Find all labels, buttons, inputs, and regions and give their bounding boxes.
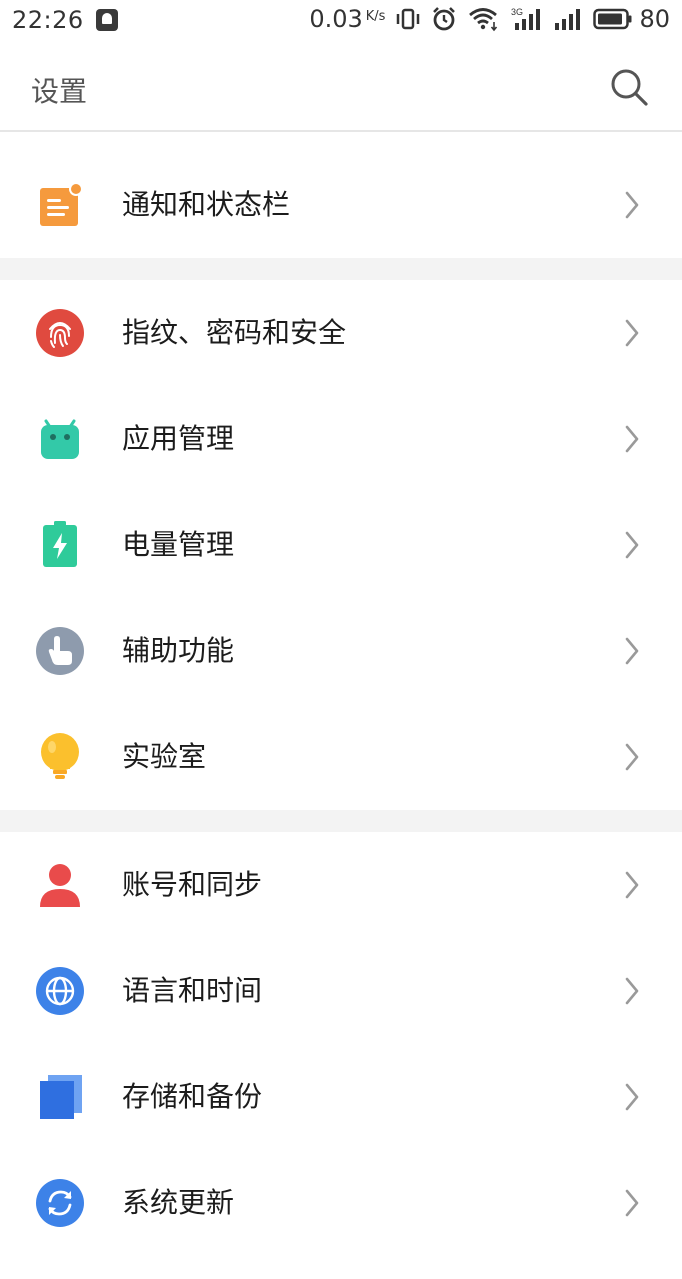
settings-group-3: 账号和同步 语言和时间 存储和备份 系统更新 (0, 832, 682, 1256)
settings-item-account-sync[interactable]: 账号和同步 (0, 832, 682, 938)
settings-item-storage-backup[interactable]: 存储和备份 (0, 1044, 682, 1150)
android-icon (36, 415, 84, 463)
battery-level: 80 (639, 5, 670, 33)
battery-icon (36, 521, 84, 569)
settings-item-label: 辅助功能 (122, 634, 235, 667)
chevron-right-icon (625, 743, 639, 771)
chevron-right-icon (625, 871, 639, 899)
settings-item-accessibility[interactable]: 辅助功能 (0, 598, 682, 704)
section-divider (0, 810, 682, 832)
notification-bell-icon (95, 9, 118, 31)
settings-item-fingerprint-security[interactable]: 指纹、密码和安全 (0, 280, 682, 386)
wifi-icon (467, 6, 499, 32)
hand-icon (36, 627, 84, 675)
settings-item-language-time[interactable]: 语言和时间 (0, 938, 682, 1044)
network-speed: 0.03 K/s (309, 5, 385, 33)
settings-item-label: 指纹、密码和安全 (122, 316, 347, 349)
status-left: 22:26 (12, 6, 118, 34)
vibrate-icon (395, 6, 421, 32)
chevron-right-icon (625, 319, 639, 347)
signal-icon (553, 6, 583, 32)
search-icon (611, 69, 648, 106)
page-title: 设置 (31, 75, 88, 108)
fingerprint-icon (36, 309, 84, 357)
lightbulb-icon (36, 733, 84, 781)
settings-item-label: 账号和同步 (122, 868, 263, 901)
status-time: 22:26 (12, 6, 84, 34)
settings-item-label: 电量管理 (122, 528, 235, 561)
chevron-right-icon (625, 191, 639, 219)
chevron-right-icon (625, 637, 639, 665)
status-bar: 22:26 0.03 K/s 3G 80 (0, 0, 682, 44)
network-type-label: 3G (511, 7, 523, 17)
notification-icon (36, 181, 84, 229)
settings-group-2: 指纹、密码和安全 应用管理 电量管理 辅助功能 实验室 (0, 280, 682, 810)
account-icon (36, 861, 84, 909)
settings-item-label: 系统更新 (122, 1186, 235, 1219)
settings-item-label: 存储和备份 (122, 1080, 263, 1113)
settings-item-notifications[interactable]: 通知和状态栏 (0, 152, 682, 258)
settings-item-lab[interactable]: 实验室 (0, 704, 682, 810)
storage-icon (36, 1073, 84, 1121)
section-divider (0, 258, 682, 280)
settings-item-label: 语言和时间 (122, 974, 263, 1007)
chevron-right-icon (625, 1083, 639, 1111)
settings-item-label: 应用管理 (122, 422, 235, 455)
net-speed-unit: K/s (365, 9, 386, 24)
chevron-right-icon (625, 1189, 639, 1217)
settings-item-app-management[interactable]: 应用管理 (0, 386, 682, 492)
settings-item-label: 实验室 (122, 740, 207, 773)
globe-icon (36, 967, 84, 1015)
status-right: 0.03 K/s 3G 80 (309, 5, 670, 33)
settings-item-battery-management[interactable]: 电量管理 (0, 492, 682, 598)
net-speed-value: 0.03 (309, 5, 363, 33)
settings-item-label: 通知和状态栏 (122, 188, 291, 221)
update-icon (36, 1179, 84, 1227)
battery-icon (593, 8, 632, 30)
signal-3g-icon: 3G (509, 6, 543, 32)
settings-item-system-update[interactable]: 系统更新 (0, 1150, 682, 1256)
search-button[interactable] (608, 66, 652, 110)
header: 设置 (0, 44, 682, 132)
chevron-right-icon (625, 977, 639, 1005)
chevron-right-icon (625, 425, 639, 453)
chevron-right-icon (625, 531, 639, 559)
alarm-icon (431, 6, 457, 32)
battery: 80 (593, 5, 670, 33)
settings-group-1: 通知和状态栏 (0, 152, 682, 258)
